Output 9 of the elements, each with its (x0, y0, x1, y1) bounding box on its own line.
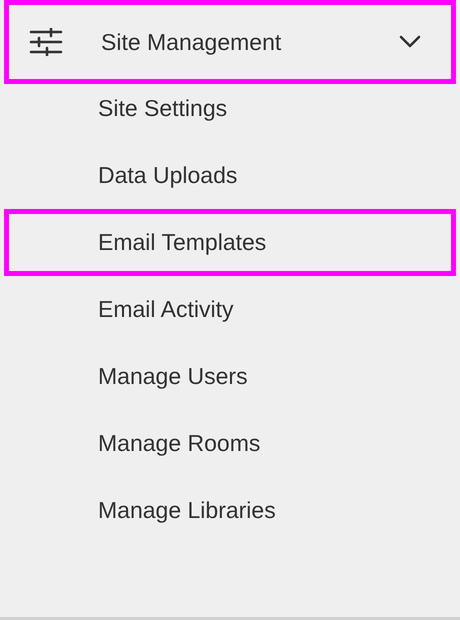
menu-item[interactable]: Data Uploads (4, 142, 456, 209)
menu-item[interactable]: Manage Libraries (4, 477, 456, 544)
menu-item[interactable]: Email Activity (4, 276, 456, 343)
sliders-icon (29, 28, 63, 56)
chevron-icon (399, 35, 421, 49)
section-header[interactable]: Site Management (4, 0, 456, 84)
menu-item[interactable]: Email Templates (4, 209, 456, 276)
menu-item[interactable]: Manage Users (4, 343, 456, 410)
menu-item[interactable]: Manage Rooms (4, 410, 456, 477)
